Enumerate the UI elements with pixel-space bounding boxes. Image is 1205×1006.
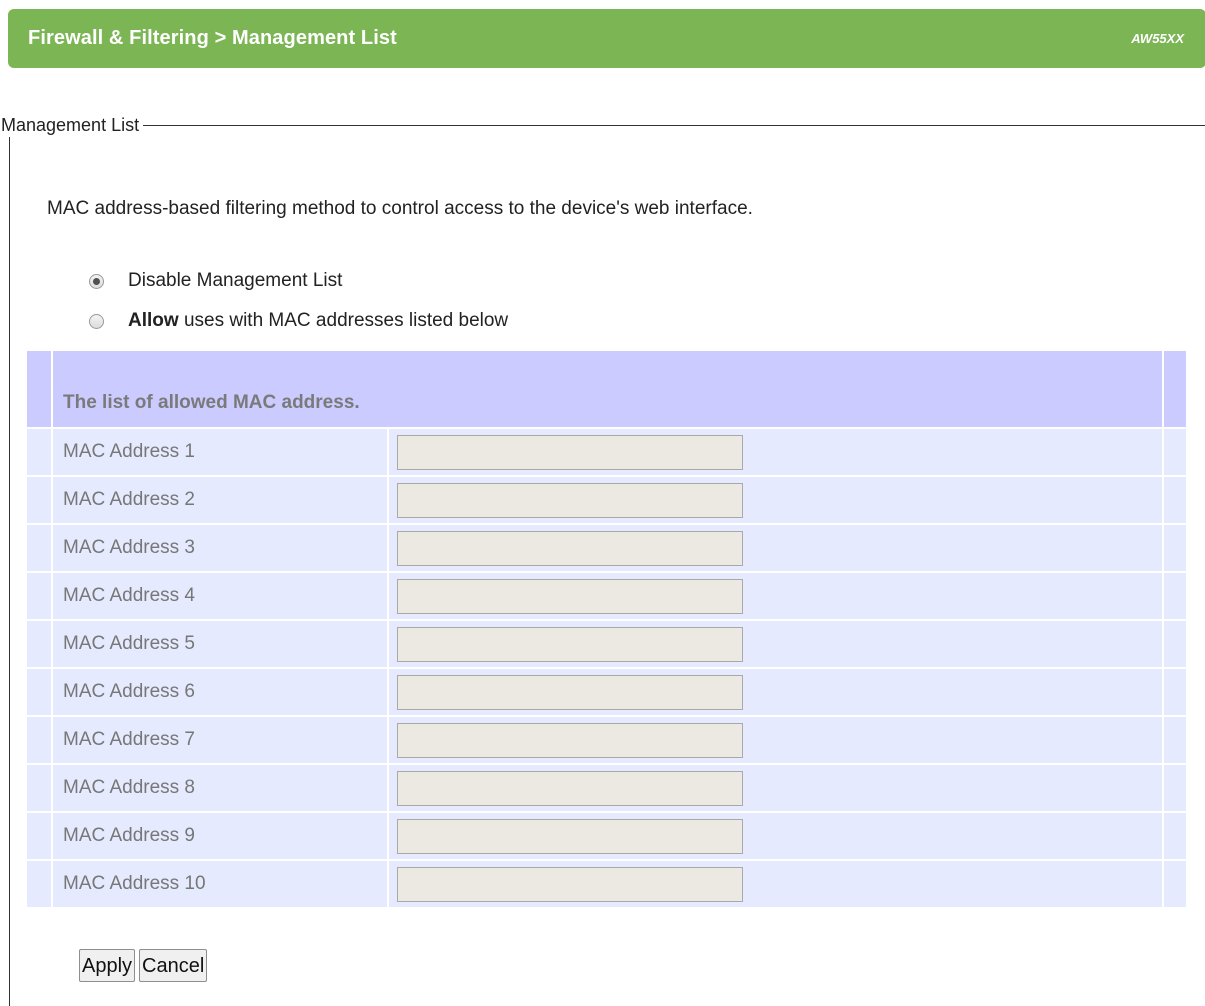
mac-address-label: MAC Address 4 [51,571,389,620]
mac-address-input[interactable] [397,626,743,662]
table-row: MAC Address 5 [27,619,1186,668]
page-header: Firewall & Filtering > Management List A… [8,9,1205,68]
mac-address-input[interactable] [397,482,743,518]
mac-address-label: MAC Address 3 [51,523,389,572]
table-heading: The list of allowed MAC address. [51,351,1164,428]
fieldset-legend: Management List [1,113,144,137]
mac-address-label: MAC Address 9 [51,811,389,860]
mac-address-label: MAC Address 7 [51,715,389,764]
mac-address-input[interactable] [397,674,743,710]
table-row: MAC Address 4 [27,571,1186,620]
table-row: MAC Address 1 [27,427,1186,476]
mac-address-table: The list of allowed MAC address. MAC Add… [27,351,1186,907]
mac-address-label: MAC Address 1 [51,427,389,476]
table-row: MAC Address 6 [27,667,1186,716]
mac-address-input[interactable] [397,434,743,470]
page-title: Firewall & Filtering > Management List [28,27,397,49]
apply-button[interactable]: Apply [79,949,136,982]
form-buttons: Apply Cancel [79,949,208,982]
cancel-button[interactable]: Cancel [139,949,208,982]
table-row: MAC Address 2 [27,475,1186,524]
table-row: MAC Address 3 [27,523,1186,572]
mac-address-label: MAC Address 10 [51,859,389,907]
table-header-row: The list of allowed MAC address. [27,351,1186,428]
mac-address-label: MAC Address 2 [51,475,389,524]
allow-option-label: Allow uses with MAC addresses listed bel… [128,309,508,333]
allow-radio-button[interactable] [89,313,104,329]
mac-address-label: MAC Address 8 [51,763,389,812]
mac-address-input[interactable] [397,866,743,902]
allow-option-bold-text: Allow [128,310,179,331]
table-row: MAC Address 9 [27,811,1186,860]
table-row: MAC Address 7 [27,715,1186,764]
mac-address-label: MAC Address 5 [51,619,389,668]
disable-radio-button[interactable] [89,273,104,289]
mac-address-input[interactable] [397,818,743,854]
device-model-label: AW55XX [1131,31,1184,46]
mac-address-input[interactable] [397,530,743,566]
table-row: MAC Address 8 [27,763,1186,812]
mac-address-input[interactable] [397,770,743,806]
table-row: MAC Address 10 [27,859,1186,907]
mac-address-input[interactable] [397,578,743,614]
mac-address-label: MAC Address 6 [51,667,389,716]
allow-option-text: uses with MAC addresses listed below [178,310,509,331]
section-description: MAC address-based filtering method to co… [47,198,753,219]
mac-address-input[interactable] [397,722,743,758]
allow-listed-mac-option[interactable]: Allow uses with MAC addresses listed bel… [89,309,508,333]
disable-option-label: Disable Management List [128,270,343,291]
disable-management-list-option[interactable]: Disable Management List [89,269,342,293]
